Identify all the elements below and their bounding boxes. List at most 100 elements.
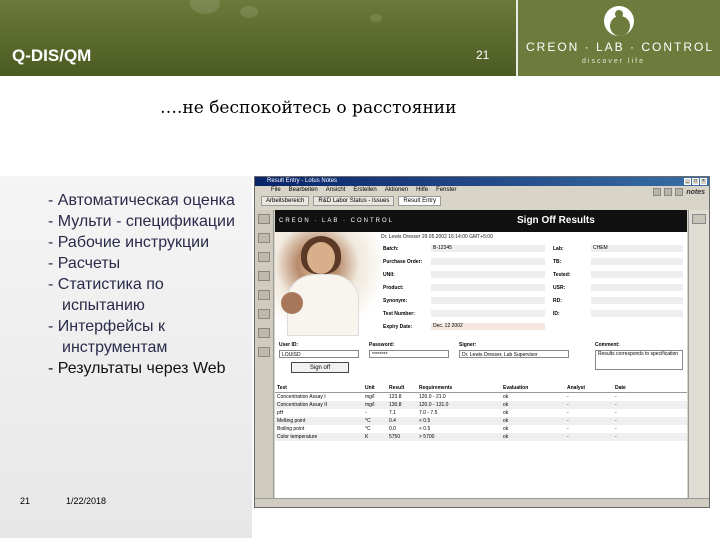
column-header: Analyst <box>567 385 586 391</box>
password-label: Password: <box>369 342 395 348</box>
column-header: Unit <box>365 385 375 391</box>
list-item: - Расчеты <box>48 255 121 272</box>
decor-drop <box>370 14 382 22</box>
todo-icon[interactable] <box>258 271 270 281</box>
field-label: Test Number: <box>383 311 415 317</box>
menu-item[interactable]: File <box>271 186 281 195</box>
table-cell: Concentration Assay I <box>277 394 326 400</box>
user-id-input[interactable]: LOUISD <box>279 350 359 358</box>
form-banner: CREON · LAB · CONTROL Sign Off Results <box>275 210 687 232</box>
list-item: - Рабочие инструкции <box>48 234 209 251</box>
table-cell: °C <box>365 418 371 424</box>
user-id-label: User ID: <box>279 342 299 348</box>
forward-icon[interactable] <box>664 188 673 196</box>
sign-off-button[interactable]: Sign off <box>291 362 349 373</box>
field-label: Tested: <box>553 272 571 278</box>
back-icon[interactable] <box>653 188 662 196</box>
window-titlebar: Result Entry - Lotus Notes _ □ × <box>255 177 709 186</box>
window-title: Result Entry - Lotus Notes <box>267 178 338 184</box>
close-button[interactable]: × <box>700 178 707 185</box>
table-row[interactable]: pH - 7.1 7.0 - 7.5 ok - - <box>275 409 687 417</box>
table-cell: 120.0 - 21.0 <box>419 394 446 400</box>
field-label: RD: <box>553 298 562 304</box>
field-label: Synonym: <box>383 298 408 304</box>
brand-panel: CREON · LAB · CONTROL discover life <box>518 0 720 76</box>
table-row[interactable]: Color temperature K 5750 > 5700 ok - - <box>275 433 687 441</box>
field-label: UNII: <box>383 272 395 278</box>
table-cell: Melting point <box>277 418 306 424</box>
menu-item[interactable]: Erstellen <box>353 186 376 195</box>
id-field <box>591 310 683 317</box>
mail-icon[interactable] <box>258 214 270 224</box>
staff-photo <box>275 232 381 340</box>
tab-lab-status[interactable]: R&D Labor Status - Issues <box>313 195 395 206</box>
table-cell: - <box>615 434 617 440</box>
table-cell: Concentration Assay II <box>277 402 328 408</box>
table-row[interactable]: Melting point °C 0.4 < 0.5 ok - - <box>275 417 687 425</box>
minimize-button[interactable]: _ <box>684 178 691 185</box>
column-header: Result <box>389 385 405 391</box>
table-cell: - <box>615 394 617 400</box>
table-row[interactable]: Concentration Assay I mg/l 123.8 120.0 -… <box>275 393 687 401</box>
databases-icon[interactable] <box>258 328 270 338</box>
comment-textarea[interactable]: Results corresponds to specification <box>595 350 683 370</box>
signer-select[interactable]: Dr. Lewis Dresser, Lab Supervisor <box>459 350 569 358</box>
toolbar-right: notes <box>585 186 705 198</box>
form-title: Sign Off Results <box>517 215 595 226</box>
decor-drop <box>240 6 258 18</box>
table-cell: mg/l <box>365 394 375 400</box>
table-cell: 0.4 <box>389 418 396 424</box>
bookmark-sidebar <box>255 210 274 500</box>
banner-logo: CREON · LAB · CONTROL <box>279 218 395 224</box>
address-book-icon[interactable] <box>258 252 270 262</box>
table-row[interactable]: Boiling point °C 0.0 < 0.5 ok - - <box>275 425 687 433</box>
column-header: Requirements <box>419 385 453 391</box>
tested-field <box>591 271 683 278</box>
field-label: ID: <box>553 311 560 317</box>
unii-field <box>431 271 545 278</box>
more-bookmarks-icon[interactable] <box>258 347 270 357</box>
creon-logo-icon <box>604 6 634 36</box>
status-bar <box>255 498 709 507</box>
field-label: Batch: <box>383 246 399 252</box>
table-cell: - <box>567 402 569 408</box>
password-input[interactable]: ******** <box>369 350 449 358</box>
tab-workspace[interactable]: Arbeitsbereich <box>261 195 310 206</box>
menu-item[interactable]: Ansicht <box>326 186 346 195</box>
tab-result-entry[interactable]: Result Entry <box>398 195 442 206</box>
table-cell: - <box>365 410 367 416</box>
table-cell: < 0.5 <box>419 418 431 424</box>
table-cell: - <box>615 418 617 424</box>
search-icon[interactable] <box>675 188 684 196</box>
tb-field <box>591 258 683 265</box>
synonym-field <box>431 297 545 304</box>
notes-logo: notes <box>686 188 705 196</box>
calendar-icon[interactable] <box>258 233 270 243</box>
menu-item[interactable]: Bearbeiten <box>289 186 318 195</box>
decor-drop <box>190 0 220 14</box>
rd-field <box>591 297 683 304</box>
favorites-icon[interactable] <box>258 309 270 319</box>
menu-item[interactable]: Fenster <box>436 186 456 195</box>
list-item: - Автоматическая оценка <box>48 192 235 209</box>
table-cell: - <box>615 426 617 432</box>
list-item: - Интерфейсы к инструментам <box>48 318 168 356</box>
table-cell: - <box>567 394 569 400</box>
table-row[interactable]: Concentration Assay II mg/l 130.8 120.0 … <box>275 401 687 409</box>
table-cell: 7.0 - 7.5 <box>419 410 438 416</box>
table-cell: ok <box>503 418 509 424</box>
table-cell: ok <box>503 394 509 400</box>
expiry-date-field: Dec. 12 2002 <box>431 323 545 330</box>
vertical-scrollbar[interactable] <box>688 210 709 499</box>
table-cell: 7.1 <box>389 410 396 416</box>
menu-item[interactable]: Aktionen <box>385 186 408 195</box>
table-cell: 0.0 <box>389 426 396 432</box>
maximize-button[interactable]: □ <box>692 178 699 185</box>
table-cell: > 5700 <box>419 434 435 440</box>
replicator-icon[interactable] <box>258 290 270 300</box>
column-header: Date <box>615 385 626 391</box>
signed-by-line: Dr. Lewis Dresser 29.05.2002 16:14:00 GM… <box>381 234 493 240</box>
table-cell: - <box>567 434 569 440</box>
table-cell: - <box>567 410 569 416</box>
menu-item[interactable]: Hilfe <box>416 186 428 195</box>
